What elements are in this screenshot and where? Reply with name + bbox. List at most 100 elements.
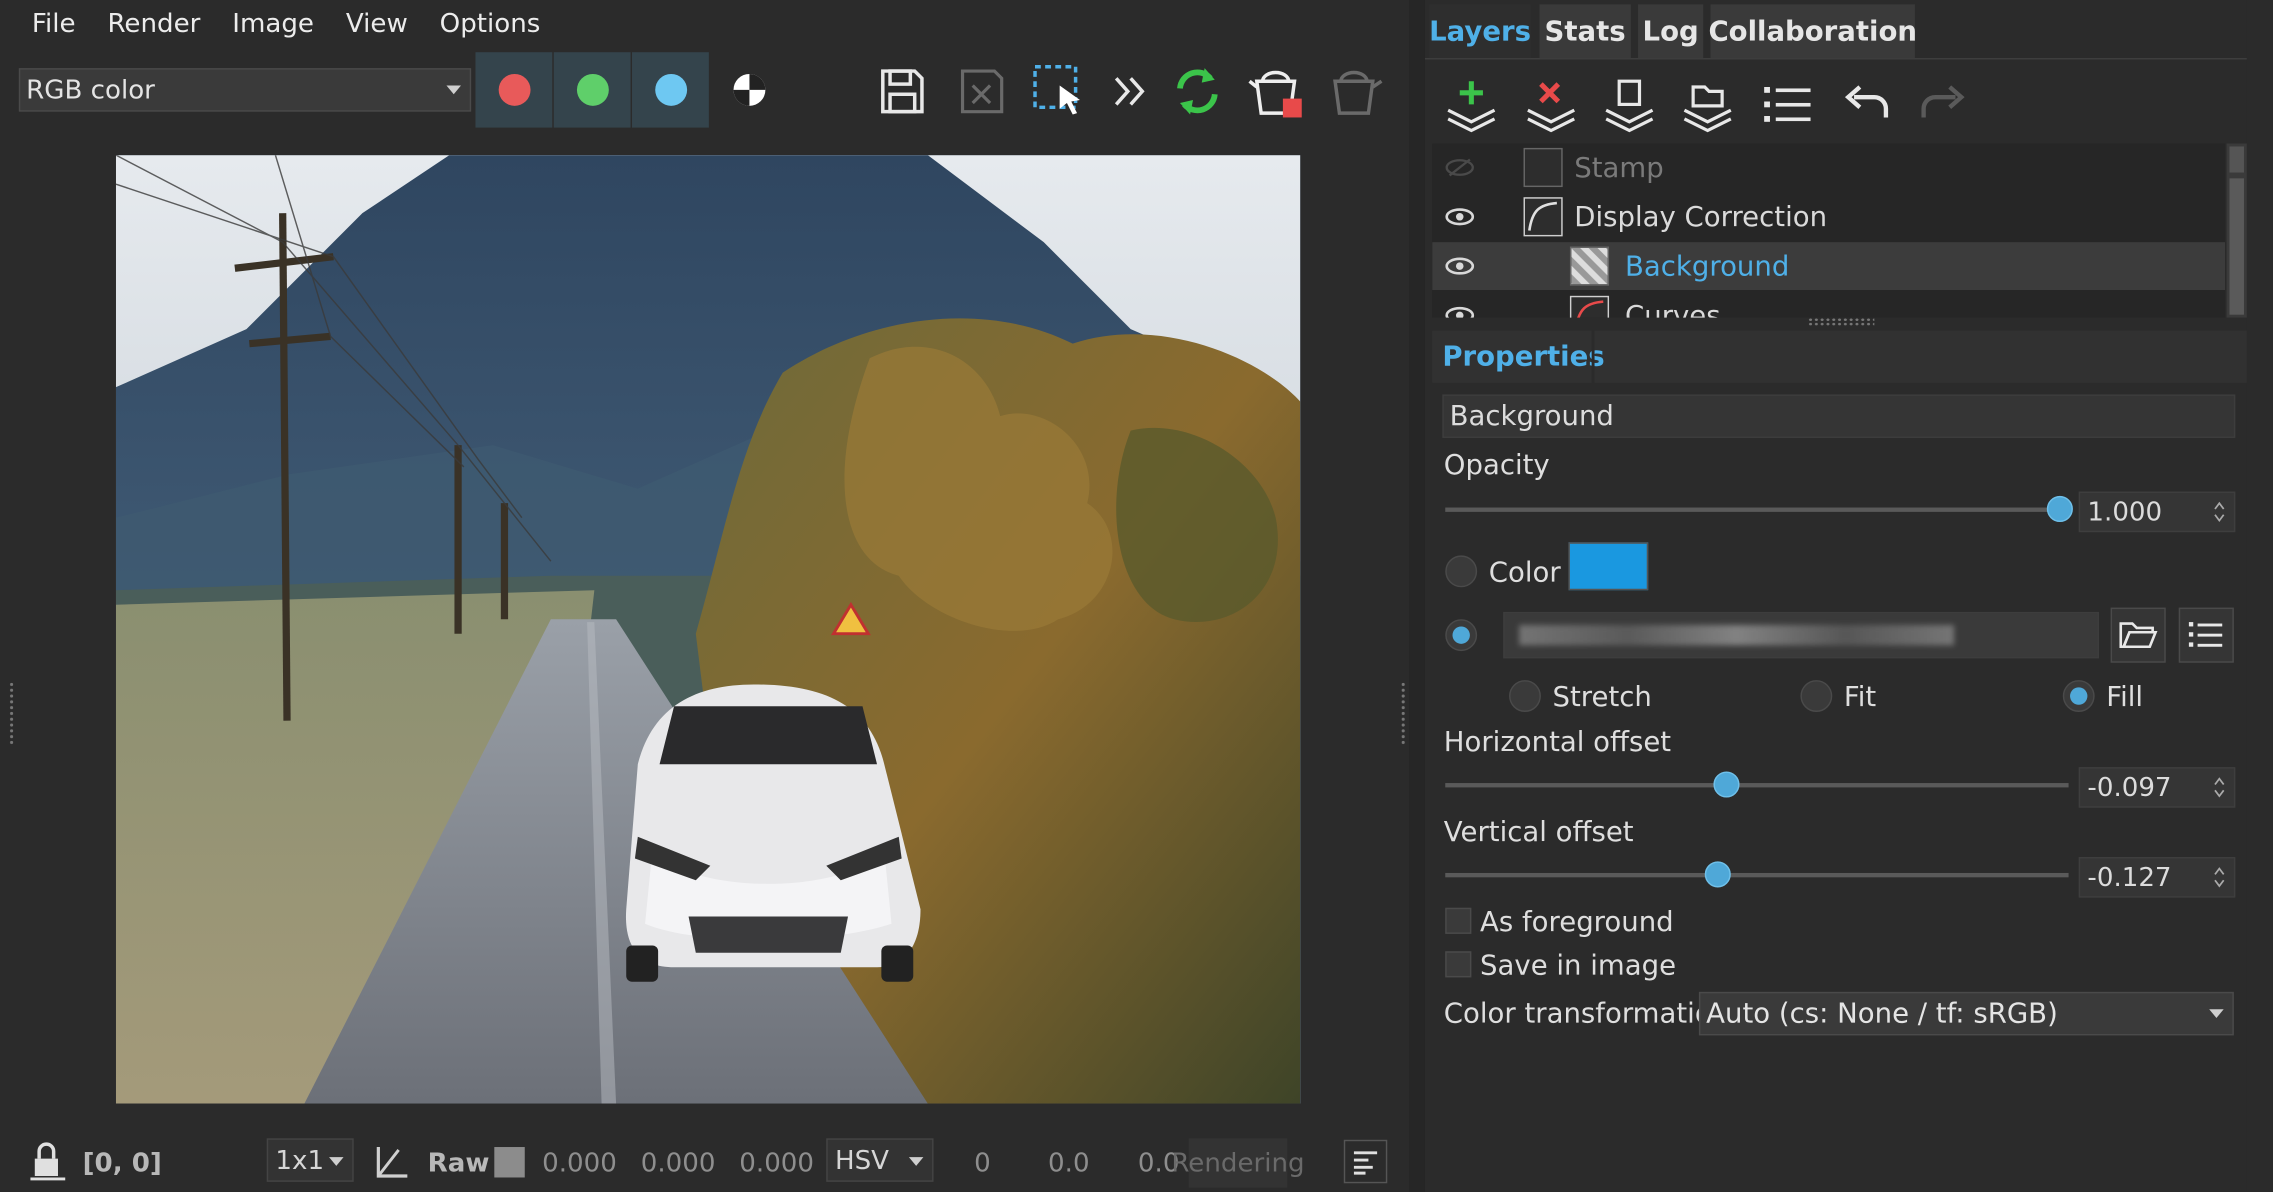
color-transformation-label: Color transformation: [1443, 997, 1730, 1030]
delete-layer-button[interactable]: [1521, 75, 1582, 133]
menu-options[interactable]: Options: [424, 0, 557, 49]
region-select-button[interactable]: [1026, 59, 1093, 123]
menu-view[interactable]: View: [330, 0, 424, 49]
color-space-value: HSV: [834, 1144, 890, 1176]
green-channel-button[interactable]: [553, 52, 631, 128]
save-icon: [881, 69, 924, 114]
blurred-path: [1519, 624, 1955, 646]
menu-image[interactable]: Image: [216, 0, 330, 49]
vertical-offset-handle[interactable]: [1704, 861, 1731, 888]
chevron-down-icon: [2209, 1009, 2224, 1018]
tab-layers[interactable]: Layers: [1429, 4, 1531, 59]
eye-icon[interactable]: [1444, 257, 1476, 276]
scroll-thumb[interactable]: [2229, 178, 2244, 315]
layer-save-icon: [1605, 79, 1654, 133]
zoom-select[interactable]: 1x1: [266, 1138, 354, 1182]
menu-file[interactable]: File: [0, 0, 92, 49]
image-path-field[interactable]: [1503, 611, 2100, 659]
layer-tree-scrollbar[interactable]: [2226, 143, 2247, 318]
color-space-select[interactable]: HSV: [826, 1138, 934, 1182]
alpha-channel-button[interactable]: [725, 65, 774, 114]
curve-icon: [1569, 295, 1610, 318]
scroll-up-button[interactable]: [2229, 146, 2244, 173]
color-transformation-value: Auto (cs: None / tf: sRGB): [1706, 997, 2058, 1030]
opacity-slider[interactable]: [1445, 507, 2060, 512]
layer-add-icon: [1447, 81, 1496, 133]
save-layers-button[interactable]: [1599, 75, 1660, 133]
color-transformation-select[interactable]: Auto (cs: None / tf: sRGB): [1698, 991, 2234, 1036]
hsv-h-value: 0: [974, 1147, 991, 1179]
layer-row-curves[interactable]: Curves: [1432, 291, 2225, 318]
stop-render-button[interactable]: [1244, 59, 1311, 126]
tab-log[interactable]: Log: [1638, 4, 1704, 59]
properties-title: Properties: [1442, 340, 1605, 373]
blue-channel-button[interactable]: [632, 52, 709, 128]
color-radio[interactable]: [1445, 555, 1478, 588]
layer-menu-button[interactable]: [1757, 75, 1818, 133]
splitter-bar[interactable]: [1409, 0, 1425, 1192]
layer-name: Display Correction: [1574, 200, 1828, 233]
angle-picker-icon: [376, 1147, 408, 1178]
render-canvas[interactable]: [115, 155, 1301, 1104]
tab-stats[interactable]: Stats: [1539, 4, 1631, 59]
layer-row-display-correction[interactable]: Display Correction: [1432, 193, 2225, 241]
fit-mode-stretch-radio[interactable]: [1509, 680, 1541, 712]
horizontal-offset-spinbox[interactable]: -0.097: [2078, 767, 2236, 808]
vertical-offset-spinbox[interactable]: -0.127: [2078, 857, 2236, 898]
checker-icon: [1569, 246, 1610, 286]
lock-region-button[interactable]: [26, 1140, 69, 1184]
zoom-value: 1x1: [275, 1144, 325, 1176]
color-mode-select[interactable]: RGB color: [18, 68, 472, 112]
pick-color-button[interactable]: [371, 1140, 414, 1184]
save-in-image-label: Save in image: [1480, 949, 1677, 982]
fit-mode-fill-radio[interactable]: [2062, 680, 2095, 712]
color-mode-value: RGB color: [26, 74, 155, 106]
browse-image-button[interactable]: [2110, 607, 2166, 663]
save-button[interactable]: [870, 59, 934, 123]
opacity-slider-handle[interactable]: [2046, 495, 2073, 523]
horizontal-offset-slider[interactable]: [1445, 783, 2069, 788]
layer-row-stamp[interactable]: Stamp: [1432, 144, 2225, 192]
right-edge: [2246, 0, 2273, 1192]
redo-button[interactable]: [1913, 78, 1971, 130]
eye-hidden-icon[interactable]: [1444, 158, 1476, 177]
opacity-label: Opacity: [1443, 449, 1550, 482]
vertical-offset-slider[interactable]: [1445, 872, 2069, 878]
layer-tree[interactable]: Stamp Display Correction Background Curv…: [1432, 143, 2226, 318]
panel-resize-grip[interactable]: [1807, 317, 1875, 327]
eye-icon[interactable]: [1444, 207, 1476, 226]
render-button[interactable]: [1322, 59, 1389, 126]
horizontal-offset-handle[interactable]: [1712, 771, 1739, 798]
save-in-image-checkbox[interactable]: [1445, 951, 1472, 978]
image-options-button[interactable]: [2178, 607, 2234, 663]
layer-open-icon: [1683, 85, 1732, 133]
left-splitter-grip[interactable]: [8, 681, 15, 746]
bars-icon: [1353, 1151, 1378, 1175]
double-chevron-icon: [1114, 77, 1145, 106]
eye-icon[interactable]: [1444, 306, 1476, 318]
add-layer-button[interactable]: [1441, 75, 1502, 133]
load-layers-button[interactable]: [1677, 75, 1738, 133]
refresh-render-button[interactable]: [1165, 59, 1229, 123]
chevron-down-icon: [329, 1157, 344, 1166]
app-window: File Render Image View Options RGB color: [0, 0, 2273, 1192]
color-swatch[interactable]: [1568, 542, 1649, 591]
teapot-stop-icon: [1248, 70, 1302, 118]
menu-render[interactable]: Render: [92, 0, 217, 49]
image-radio[interactable]: [1445, 619, 1478, 652]
red-channel-button[interactable]: [475, 52, 553, 128]
render-statistics-button[interactable]: [1343, 1139, 1388, 1184]
opacity-spinbox[interactable]: 1.000: [2078, 491, 2236, 533]
layer-row-background[interactable]: Background: [1432, 242, 2226, 291]
undo-button[interactable]: [1838, 78, 1896, 130]
header-divider: [1591, 330, 1595, 383]
tab-collaboration[interactable]: Collaboration: [1708, 4, 1917, 59]
as-foreground-checkbox[interactable]: [1445, 907, 1472, 934]
fit-mode-fit-radio[interactable]: [1800, 680, 1833, 712]
hsv-s-value: 0.0: [1048, 1147, 1090, 1179]
center-splitter-grip[interactable]: [1400, 681, 1407, 746]
layer-name-field[interactable]: Background: [1442, 394, 2236, 438]
rendering-status: Rendering: [1171, 1138, 1305, 1188]
close-image-button[interactable]: [949, 59, 1013, 123]
more-tools-button[interactable]: [1105, 65, 1154, 117]
